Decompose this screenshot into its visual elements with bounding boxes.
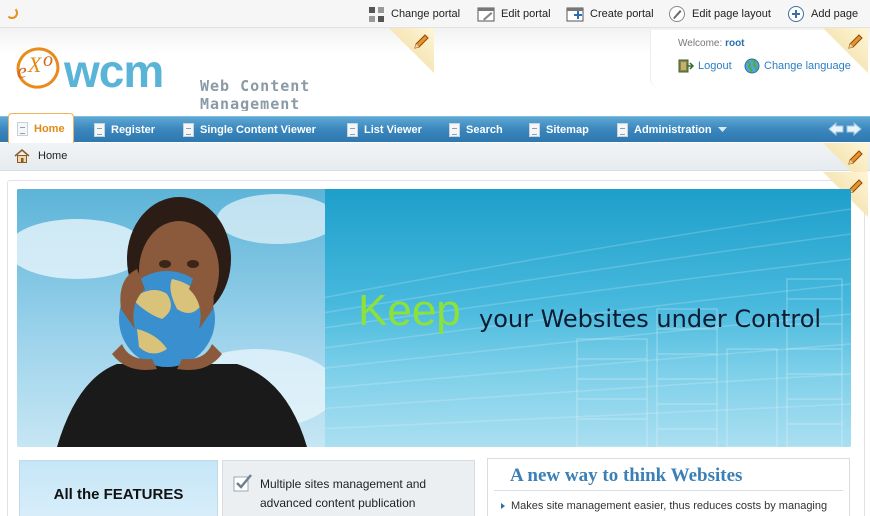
banner-keep-text: Keep [358, 286, 461, 335]
nav-item-label: Administration [634, 124, 712, 136]
breadcrumb-home-label: Home [38, 150, 68, 162]
woman-holding-globe-image [17, 194, 325, 447]
nav-item-label: Sitemap [546, 124, 589, 136]
chevron-down-icon [717, 127, 727, 132]
create-portal-button[interactable]: Create portal [566, 5, 654, 23]
edit-portal-label: Edit portal [501, 8, 551, 20]
page-icon [183, 123, 194, 137]
arrow-left-icon[interactable] [828, 122, 844, 136]
create-portal-label: Create portal [590, 8, 654, 20]
logout-link[interactable]: Logout [678, 58, 732, 74]
edit-layout-icon [669, 6, 685, 22]
nav-item-sitemap[interactable]: Sitemap [529, 117, 589, 143]
news-list-item: Makes site management easier, thus reduc… [501, 500, 827, 512]
nav-item-list-viewer[interactable]: List Viewer [347, 117, 422, 143]
change-portal-icon [369, 6, 384, 22]
page-icon [529, 123, 540, 137]
nav-item-register[interactable]: Register [94, 117, 155, 143]
checkbox-checked-icon [233, 474, 252, 492]
nav-item-search[interactable]: Search [449, 117, 503, 143]
news-item-text: Makes site management easier, thus reduc… [511, 500, 828, 512]
nav-scroll-arrows[interactable] [828, 122, 862, 136]
page-icon [347, 123, 358, 137]
globe-icon [744, 58, 760, 74]
logo-subtitle-line1: Web Content [200, 77, 311, 95]
nav-item-label: Home [34, 122, 65, 135]
logo-subtitle-line2: Management [200, 95, 301, 111]
logout-label: Logout [698, 60, 732, 72]
home-icon [14, 149, 30, 163]
edit-portal-icon [477, 7, 495, 22]
add-page-icon [788, 6, 804, 22]
edit-portlet-pencil-icon[interactable] [412, 33, 430, 51]
edit-page-layout-button[interactable]: Edit page layout [668, 5, 771, 23]
breadcrumb-home-link[interactable]: Home [14, 149, 67, 163]
news-title: A new way to think Websites [510, 465, 743, 486]
username: root [725, 38, 745, 49]
features-heading-box: All the FEATURES [19, 460, 218, 516]
nav-item-label: Register [111, 124, 156, 136]
nav-item-label: List Viewer [364, 124, 422, 136]
loading-spinner-icon [6, 7, 18, 19]
edit-page-layout-label: Edit page layout [692, 8, 771, 20]
breadcrumb: Home [0, 143, 870, 171]
news-divider [494, 490, 843, 491]
nav-item-label: Single Content Viewer [200, 124, 316, 136]
welcome-text: Welcome: root [678, 38, 745, 49]
create-portal-icon [566, 7, 584, 22]
edit-portlet-pencil-icon[interactable] [846, 33, 864, 51]
features-title: All the FEATURES [53, 486, 184, 503]
change-portal-button[interactable]: Change portal [368, 5, 460, 23]
feature-item-text: Multiple sites management and advanced c… [260, 477, 427, 510]
banner-tagline: your Websites under Control [479, 305, 822, 333]
page-icon [17, 121, 28, 136]
admin-toolbar: Change portal Edit portal Create portal … [0, 0, 870, 28]
wcm-logo-text: wcm [64, 45, 164, 97]
main-navigation-bar: Home Register Single Content Viewer List… [0, 113, 870, 143]
add-page-button[interactable]: Add page [787, 5, 858, 23]
page-icon [449, 123, 460, 137]
news-panel: A new way to think Websites Makes site m… [487, 458, 850, 516]
add-page-label: Add page [811, 8, 859, 20]
arrow-right-icon[interactable] [846, 122, 862, 136]
nav-item-home[interactable]: Home [8, 113, 74, 143]
nav-item-label: Search [466, 124, 503, 136]
bullet-arrow-icon [501, 503, 505, 509]
page-icon [94, 123, 105, 137]
features-list: Multiple sites management and advanced c… [222, 460, 475, 516]
logout-icon [678, 59, 694, 73]
change-portal-label: Change portal [391, 8, 461, 20]
edit-portal-button[interactable]: Edit portal [477, 5, 551, 23]
edit-portlet-pencil-icon[interactable] [846, 149, 864, 167]
welcome-label: Welcome: [678, 38, 723, 49]
exo-logo-icon: e X o [16, 47, 60, 89]
nav-item-administration[interactable]: Administration [617, 117, 727, 143]
svg-text:e: e [17, 58, 27, 83]
page-icon [617, 123, 628, 137]
svg-text:X: X [27, 52, 43, 77]
nav-item-single-content-viewer[interactable]: Single Content Viewer [183, 117, 316, 143]
svg-text:o: o [43, 49, 53, 71]
banner-photo-globe [17, 189, 325, 447]
portal-page: Change portal Edit portal Create portal … [0, 0, 870, 516]
